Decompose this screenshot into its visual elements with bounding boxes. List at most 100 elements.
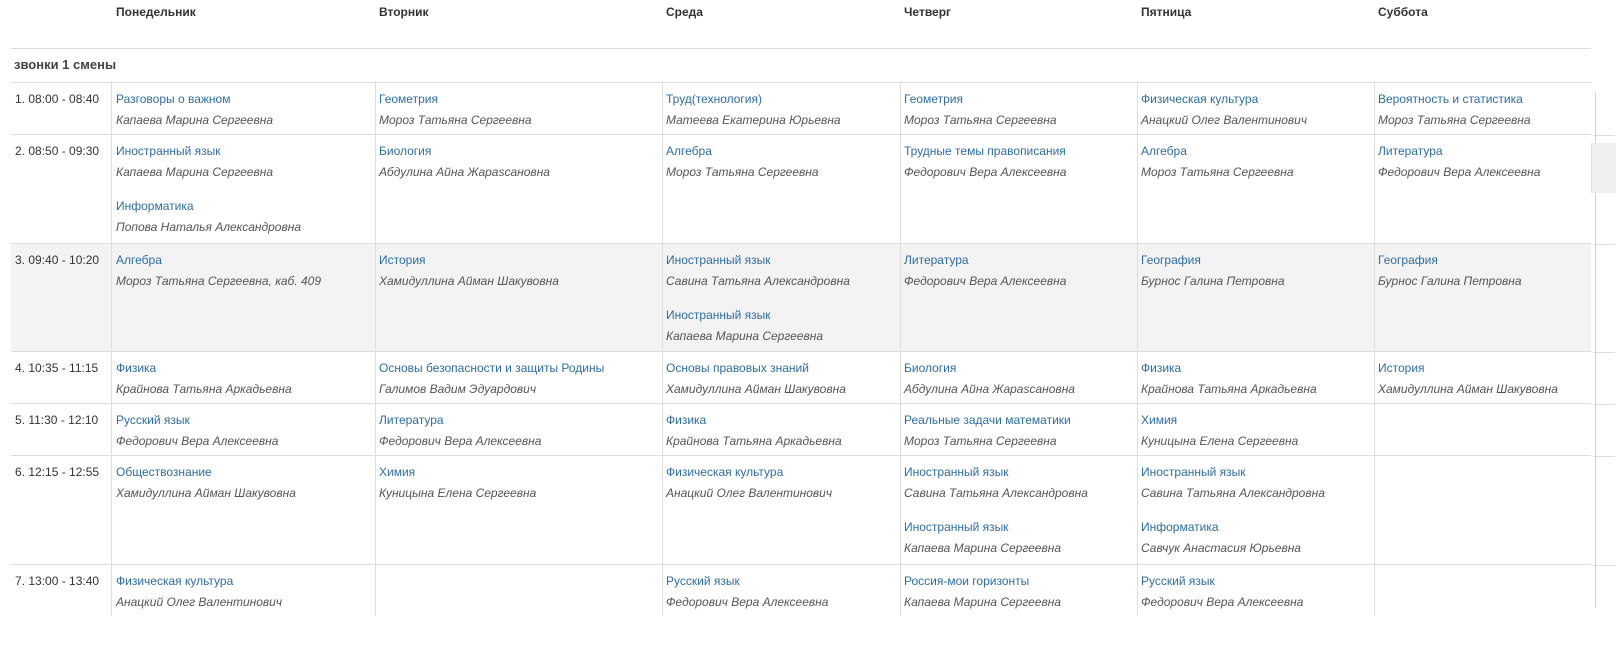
lesson-subject-link[interactable]: История <box>1378 361 1558 376</box>
lesson-entry: Иностранный язык Капаева Марина Сергеевна <box>666 308 823 344</box>
lesson-subject-link[interactable]: Иностранный язык <box>666 253 850 268</box>
lesson-subject-link[interactable]: Физическая культура <box>116 574 282 589</box>
row-divider <box>11 351 1591 352</box>
lesson-subject-link[interactable]: Информатика <box>1141 520 1301 535</box>
day-header-row: Понедельник Вторник Среда Четверг Пятниц… <box>0 5 1590 19</box>
lesson-subject-link[interactable]: География <box>1378 253 1522 268</box>
lesson-time: 3. 09:40 - 10:20 <box>15 253 100 267</box>
shift-title: звонки 1 смены <box>14 57 117 72</box>
lesson-entry: История Хамидуллина Айман Шакувовна <box>379 253 559 289</box>
column-divider <box>662 404 663 455</box>
column-divider <box>375 135 376 243</box>
lesson-subject-link[interactable]: Иностранный язык <box>1141 465 1325 480</box>
lesson-subject-link[interactable]: Основы безопасности и защиты Родины <box>379 361 604 376</box>
column-divider <box>900 83 901 134</box>
lesson-subject-link[interactable]: Русский язык <box>1141 574 1303 589</box>
lesson-subject-link[interactable]: Физика <box>666 413 842 428</box>
lesson-subject-link[interactable]: Химия <box>379 465 536 480</box>
column-divider <box>1374 83 1375 134</box>
lesson-subject-link[interactable]: Биология <box>904 361 1075 376</box>
column-divider <box>1374 244 1375 351</box>
column-divider <box>1374 404 1375 455</box>
column-divider <box>111 404 112 455</box>
lesson-time: 4. 10:35 - 11:15 <box>15 361 99 375</box>
column-divider <box>1374 565 1375 616</box>
lesson-subject-link[interactable]: Информатика <box>116 199 301 214</box>
lesson-subject-link[interactable]: Алгебра <box>666 144 819 159</box>
lesson-teacher: Бурнос Галина Петровна <box>1141 274 1285 288</box>
column-divider <box>662 456 663 564</box>
lesson-entry: Физическая культура Анацкий Олег Валентин… <box>666 465 832 501</box>
lesson-subject-link[interactable]: Геометрия <box>379 92 532 107</box>
column-divider <box>1374 135 1375 243</box>
column-divider <box>662 135 663 243</box>
lesson-subject-link[interactable]: География <box>1141 253 1285 268</box>
lesson-teacher: Матеева Екатерина Юрьевна <box>666 113 841 127</box>
lesson-entry: Физическая культура Анацкий Олег Валентин… <box>116 574 282 610</box>
lesson-subject-link[interactable]: Реальные задачи математики <box>904 413 1071 428</box>
column-divider <box>1374 456 1375 564</box>
lesson-subject-link[interactable]: Литература <box>904 253 1066 268</box>
column-divider <box>111 83 112 134</box>
column-divider <box>375 565 376 616</box>
column-divider <box>1137 135 1138 243</box>
lesson-subject-link[interactable]: Иностранный язык <box>666 308 823 323</box>
lesson-teacher: Федорович Вера Алексеевна <box>379 434 542 448</box>
lesson-time: 1. 08:00 - 08:40 <box>15 92 100 106</box>
scrollbar-tick <box>1593 565 1615 566</box>
column-divider <box>375 352 376 403</box>
lesson-subject-link[interactable]: Физика <box>116 361 292 376</box>
column-divider <box>662 352 663 403</box>
lesson-teacher: Анацкий Олег Валентинович <box>1141 113 1308 127</box>
lesson-subject-link[interactable]: Труд(технология) <box>666 92 841 107</box>
scrollbar-thumb[interactable] <box>1591 143 1616 193</box>
lesson-subject-link[interactable]: Иностранный язык <box>116 144 273 159</box>
lesson-entry: Литература Федорович Вера Алексеевна <box>904 253 1066 289</box>
lesson-time: 7. 13:00 - 13:40 <box>15 574 100 588</box>
column-divider <box>662 565 663 616</box>
lesson-entry: Основы безопасности и защиты Родины Галим… <box>379 361 604 397</box>
lesson-subject-link[interactable]: Разговоры о важном <box>116 92 273 107</box>
lesson-subject-link[interactable]: Биология <box>379 144 550 159</box>
column-divider <box>1137 456 1138 564</box>
lesson-subject-link[interactable]: Основы правовых знаний <box>666 361 846 376</box>
lesson-entry: Алгебра Мороз Татьяна Сергеевна <box>1141 144 1294 180</box>
column-divider <box>111 565 112 616</box>
lesson-entry: География Бурнос Галина Петровна <box>1141 253 1285 289</box>
lesson-subject-link[interactable]: Физика <box>1141 361 1317 376</box>
lesson-subject-link[interactable]: Алгебра <box>116 253 321 268</box>
column-divider <box>111 244 112 351</box>
lesson-entry: Иностранный язык Савина Татьяна Александр… <box>1141 465 1325 501</box>
lesson-subject-link[interactable]: Геометрия <box>904 92 1057 107</box>
column-divider <box>1137 404 1138 455</box>
lesson-entry: Информатика Савчук Анастасия Юрьевна <box>1141 520 1301 556</box>
column-divider <box>900 565 901 616</box>
lesson-subject-link[interactable]: Иностранный язык <box>904 520 1061 535</box>
lesson-teacher: Мороз Татьяна Сергеевна <box>1141 165 1294 179</box>
lesson-subject-link[interactable]: Иностранный язык <box>904 465 1088 480</box>
lesson-teacher: Абдулина Айна Жарascановна <box>379 165 550 179</box>
lesson-subject-link[interactable]: Трудные темы правописания <box>904 144 1066 159</box>
lesson-teacher: Хамидуллина Айман Шакувовна <box>666 382 846 396</box>
lesson-subject-link[interactable]: Алгебра <box>1141 144 1294 159</box>
lesson-teacher: Капаева Марина Сергеевна <box>116 113 274 127</box>
lesson-entry: Иностранный язык Савина Татьяна Александр… <box>904 465 1088 501</box>
lesson-subject-link[interactable]: Русский язык <box>116 413 278 428</box>
lesson-subject-link[interactable]: Литература <box>379 413 541 428</box>
column-divider <box>375 456 376 564</box>
lesson-subject-link[interactable]: Вероятность и статистика <box>1378 92 1531 107</box>
lesson-subject-link[interactable]: Химия <box>1141 413 1298 428</box>
lesson-subject-link[interactable]: Литература <box>1378 144 1540 159</box>
column-divider <box>900 352 901 403</box>
lesson-entry: Русский язык Федорович Вера Алексеевна <box>666 574 828 610</box>
lesson-subject-link[interactable]: История <box>379 253 559 268</box>
lesson-entry: Физика Крайнова Татьяна Аркадьевна <box>116 361 292 397</box>
lesson-subject-link[interactable]: Россия-мои горизонты <box>904 574 1061 589</box>
lesson-subject-link[interactable]: Русский язык <box>666 574 828 589</box>
scrollbar-tick <box>1593 352 1615 353</box>
lesson-teacher: Мороз Татьяна Сергеевна <box>904 434 1057 448</box>
lesson-subject-link[interactable]: Физическая культура <box>1141 92 1307 107</box>
lesson-teacher: Крайнова Татьяна Аркадьевна <box>666 434 842 448</box>
lesson-subject-link[interactable]: Физическая культура <box>666 465 832 480</box>
lesson-subject-link[interactable]: Обществознание <box>116 465 296 480</box>
